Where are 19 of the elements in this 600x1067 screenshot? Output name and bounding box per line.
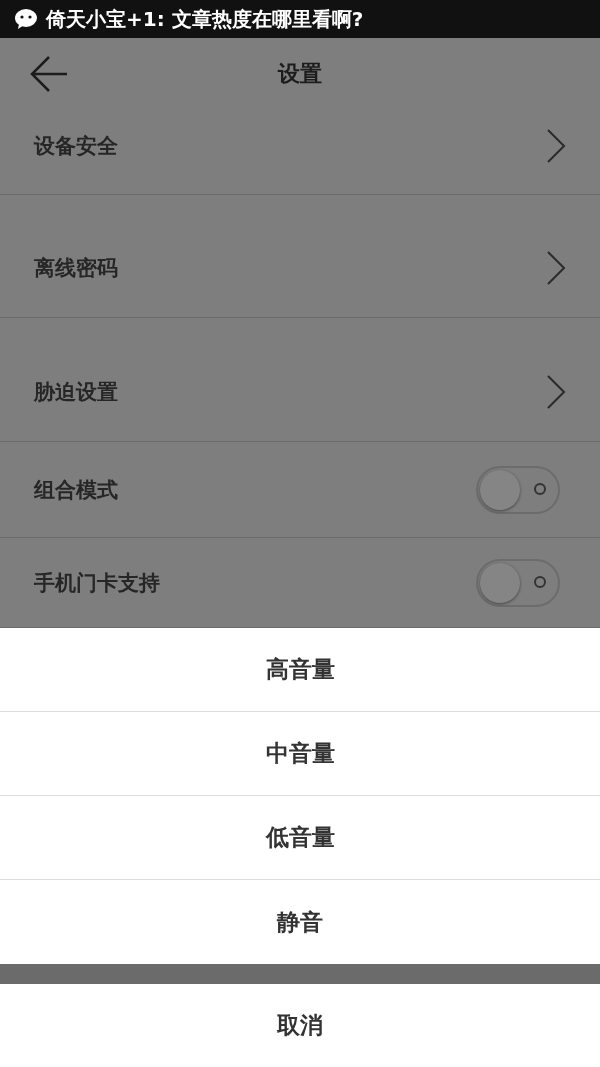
toggle-switch[interactable] <box>476 558 560 607</box>
setting-label: 离线密码 <box>34 255 118 281</box>
notification-text: 倚天小宝+1: 文章热度在哪里看啊? <box>46 5 364 33</box>
settings-row[interactable]: 胁迫设置 <box>0 318 600 442</box>
setting-label: 设备安全 <box>34 133 118 159</box>
cancel-button[interactable]: 取消 <box>0 984 600 1067</box>
chevron-right-icon <box>546 251 566 285</box>
setting-label: 组合模式 <box>34 476 118 503</box>
setting-label: 胁迫设置 <box>34 379 118 405</box>
back-arrow-icon[interactable] <box>30 56 68 92</box>
page-title: 设置 <box>278 60 322 88</box>
toggle-switch[interactable] <box>476 465 560 514</box>
setting-label: 手机门卡支持 <box>34 569 160 596</box>
chat-bubble-icon <box>14 8 38 30</box>
chevron-right-icon <box>546 129 566 163</box>
chevron-right-icon <box>546 375 566 409</box>
settings-row[interactable]: 设备安全 <box>0 110 600 195</box>
settings-row[interactable]: 离线密码 <box>0 195 600 318</box>
settings-row[interactable]: 组合模式 <box>0 442 600 538</box>
